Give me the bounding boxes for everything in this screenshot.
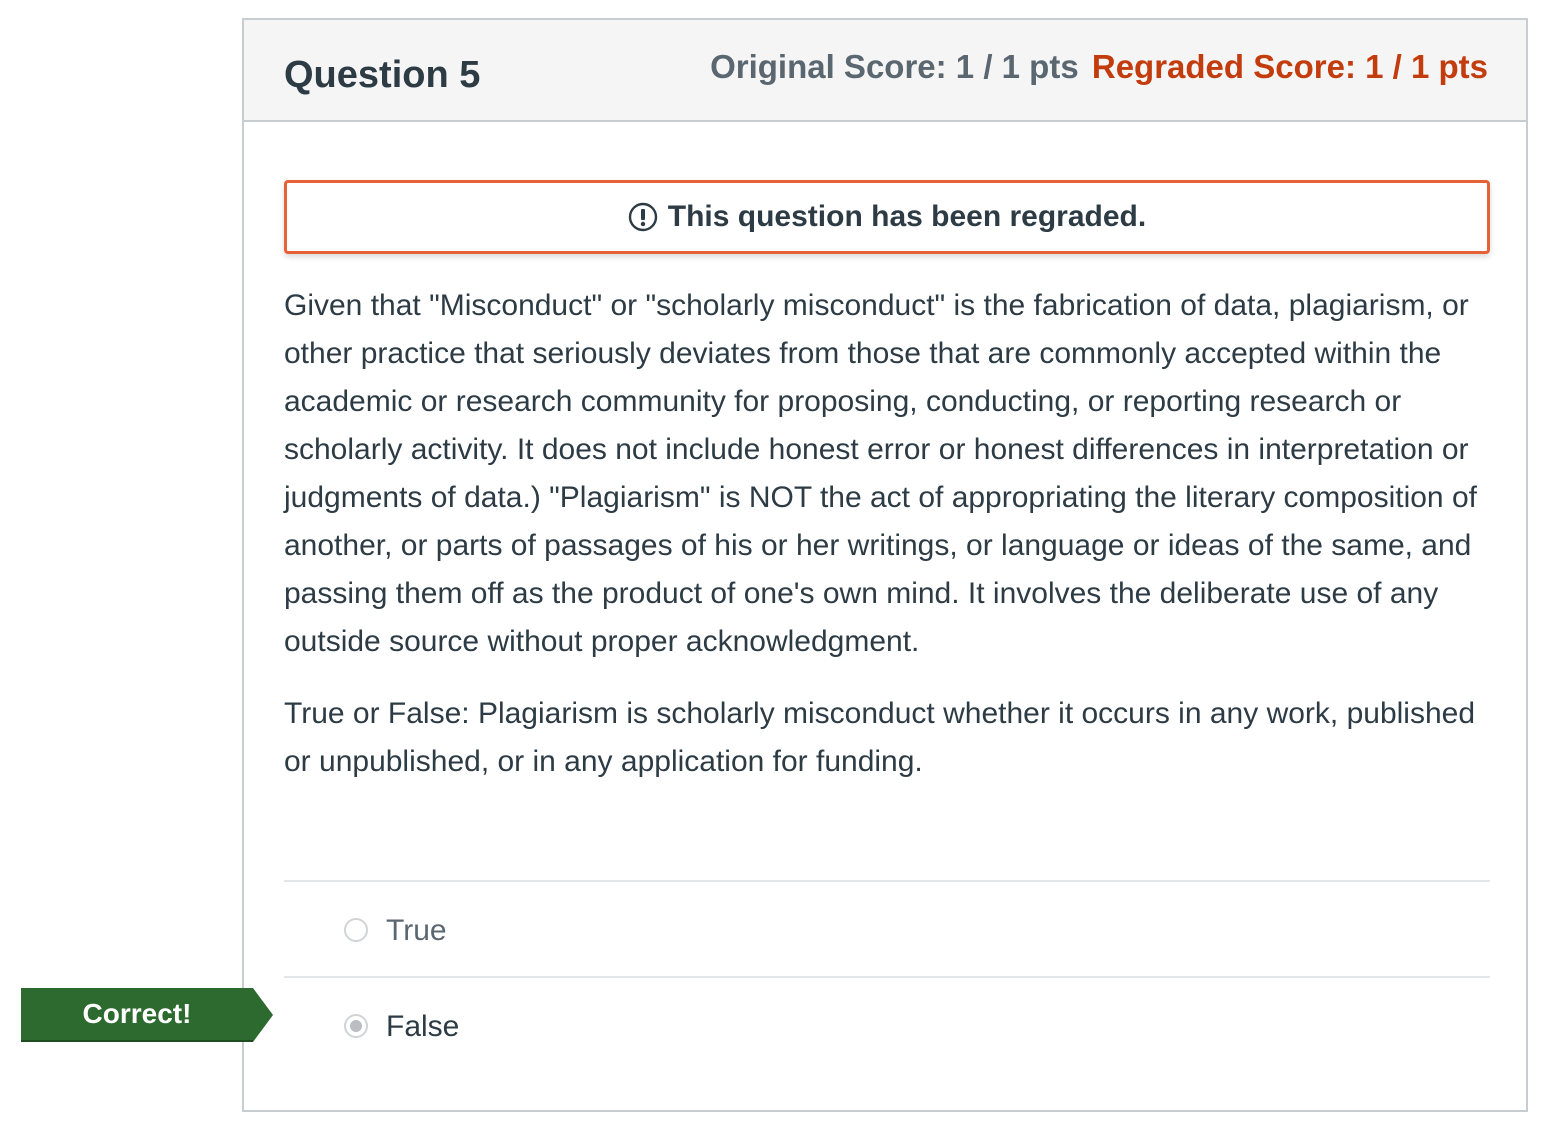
- question-text-paragraph: Given that "Misconduct" or "scholarly mi…: [284, 289, 1477, 658]
- correct-flag-label: Correct!: [82, 998, 192, 1029]
- question-prompt: True or False: Plagiarism is scholarly m…: [284, 697, 1476, 778]
- answer-label: False: [386, 1010, 460, 1043]
- question-scores: Original Score: 1 / 1 pts Regraded Score…: [710, 48, 1488, 86]
- correct-answer-flag: Correct!: [21, 988, 273, 1042]
- original-score: Original Score: 1 / 1 pts: [710, 48, 1079, 85]
- question-text: Given that "Misconduct" or "scholarly mi…: [284, 282, 1484, 810]
- answer-option-true[interactable]: True: [284, 880, 1490, 976]
- question-card: Question 5 Original Score: 1 / 1 pts Reg…: [242, 18, 1528, 1112]
- answer-option-false[interactable]: False: [284, 976, 1490, 1072]
- answer-label: True: [386, 914, 447, 947]
- answer-radio-true[interactable]: [344, 918, 368, 942]
- question-header: Question 5 Original Score: 1 / 1 pts Reg…: [244, 20, 1526, 122]
- regrade-notice: This question has been regraded.: [284, 180, 1490, 254]
- regraded-score: Regraded Score: 1 / 1 pts: [1091, 48, 1488, 85]
- answer-radio-false[interactable]: [344, 1014, 368, 1038]
- question-title: Question 5: [284, 54, 481, 96]
- warning-circle-icon: [628, 202, 657, 232]
- answer-list: True False: [284, 880, 1490, 1072]
- regrade-notice-text: This question has been regraded.: [667, 200, 1147, 233]
